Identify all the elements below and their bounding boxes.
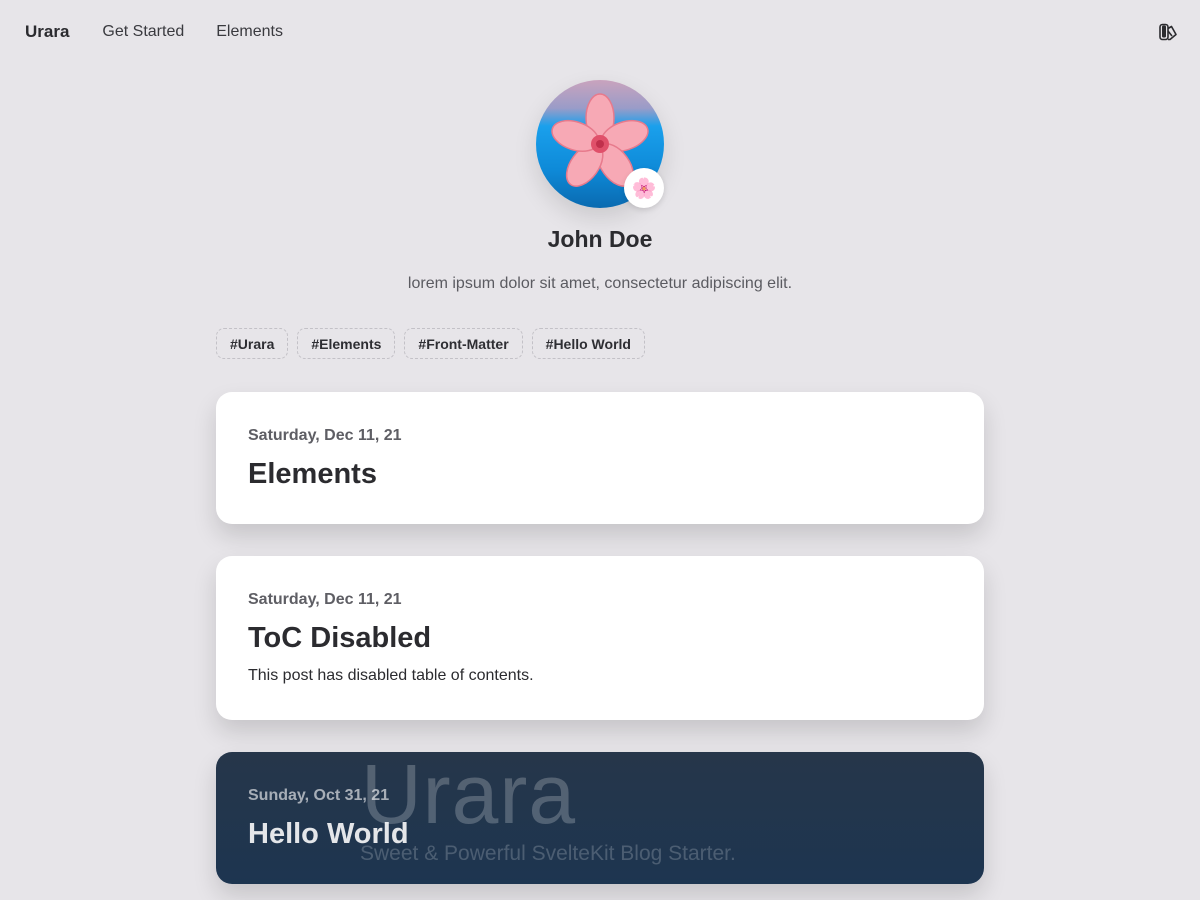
- post-title[interactable]: ToC Disabled: [248, 622, 431, 655]
- top-nav: Urara Get Started Elements: [0, 0, 1200, 64]
- site-brand[interactable]: Urara: [25, 22, 69, 42]
- tag-front-matter[interactable]: #Front-Matter: [404, 328, 523, 359]
- nav-link-get-started[interactable]: Get Started: [102, 23, 184, 41]
- post-title[interactable]: Hello World: [248, 818, 409, 851]
- post-title[interactable]: Elements: [248, 458, 377, 491]
- post-date: Sunday, Oct 31, 21: [248, 787, 390, 804]
- post-card-elements[interactable]: Saturday, Dec 11, 21 Elements: [216, 392, 984, 524]
- tag-hello-world[interactable]: #Hello World: [531, 328, 645, 359]
- post-date: Saturday, Dec 11, 21: [248, 591, 402, 608]
- post-excerpt: This post has disabled table of contents…: [248, 667, 534, 684]
- tag-list: #Urara #Elements #Front-Matter #Hello Wo…: [216, 328, 645, 359]
- post-card-hello-world[interactable]: Urara Sweet & Powerful SvelteKit Blog St…: [216, 752, 984, 884]
- avatar-badge: 🌸: [624, 168, 664, 208]
- tag-urara[interactable]: #Urara: [216, 328, 289, 359]
- nav-link-elements[interactable]: Elements: [216, 23, 283, 41]
- post-card-toc-disabled[interactable]: Saturday, Dec 11, 21 ToC Disabled This p…: [216, 556, 984, 720]
- profile-name: John Doe: [547, 226, 653, 252]
- cover-image-subtitle: Sweet & Powerful SvelteKit Blog Starter.: [360, 842, 736, 865]
- tag-elements[interactable]: #Elements: [297, 328, 396, 359]
- profile-avatar-wrap: 🌸: [536, 80, 664, 208]
- post-date: Saturday, Dec 11, 21: [248, 427, 402, 444]
- profile-bio: lorem ipsum dolor sit amet, consectetur …: [407, 275, 793, 292]
- theme-toggle-icon[interactable]: [1158, 22, 1178, 42]
